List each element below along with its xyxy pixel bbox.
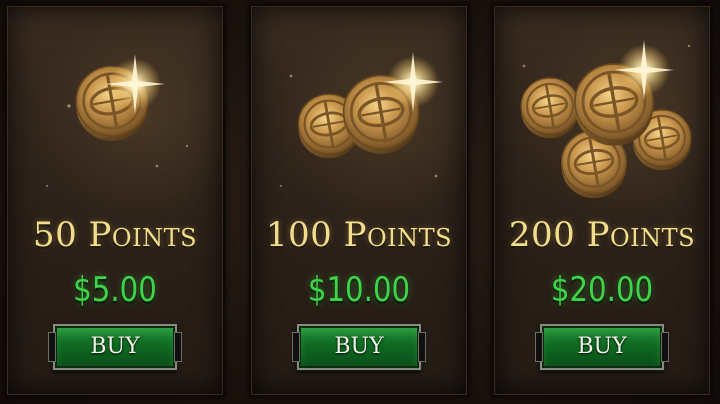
buy-button[interactable]: BUY — [535, 323, 669, 371]
gold-coin-stack-icon — [251, 6, 467, 206]
points-pack-card: 200 Points $20.00 BUY — [492, 4, 712, 397]
buy-button[interactable]: BUY — [292, 323, 426, 371]
points-pack-card: 50 Points $5.00 BUY — [5, 4, 225, 397]
points-label: 50 Points — [32, 215, 198, 255]
points-label: 100 Points — [265, 215, 453, 255]
gold-coin-pile-icon — [494, 6, 710, 206]
gold-coin-icon — [7, 6, 223, 206]
price-label: $20.00 — [550, 270, 654, 310]
buy-button[interactable]: BUY — [48, 323, 182, 371]
store-screen: 50 Points $5.00 BUY 100 Points $10.00 BU… — [0, 0, 720, 404]
price-label: $10.00 — [307, 270, 411, 310]
points-pack-card: 100 Points $10.00 BUY — [249, 4, 469, 397]
price-label: $5.00 — [73, 270, 157, 310]
points-label: 200 Points — [508, 215, 696, 255]
